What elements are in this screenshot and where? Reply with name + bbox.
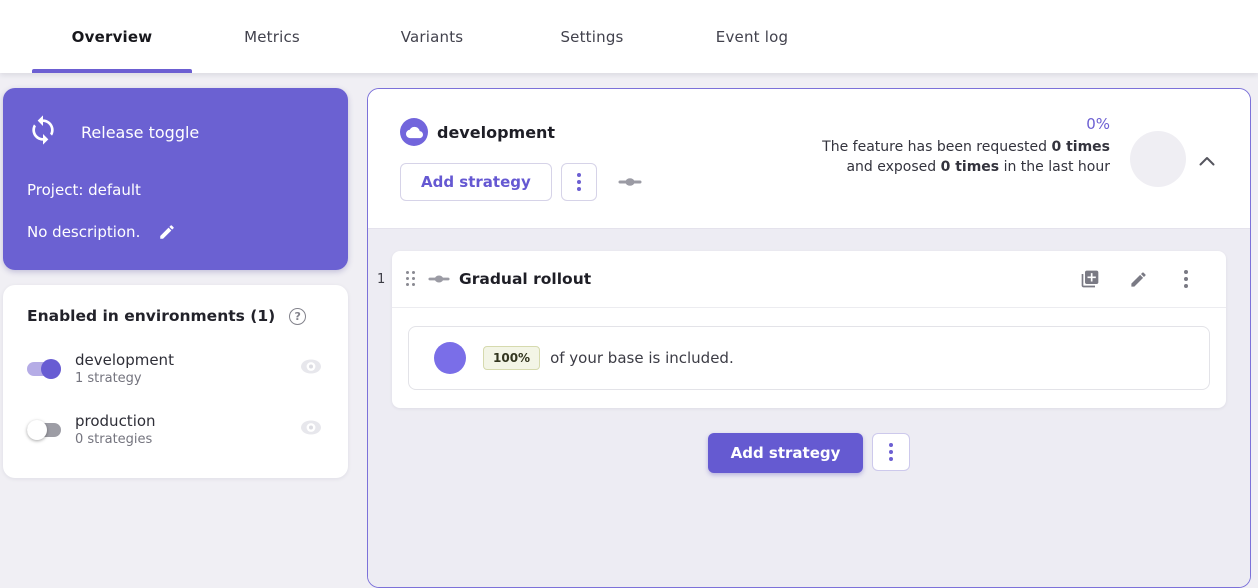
tab-overview-label: Overview <box>72 28 153 46</box>
usage-summary: 0% The feature has been requested 0 time… <box>790 115 1110 177</box>
strategy-index: 1 <box>377 272 385 287</box>
add-strategy-button[interactable]: Add strategy <box>400 163 552 201</box>
collapse-chevron-icon[interactable] <box>1199 151 1215 170</box>
strategy-segment-icon <box>428 270 450 289</box>
usage-line-1: The feature has been requested 0 times <box>790 137 1110 157</box>
description-text: No description. <box>27 223 140 241</box>
environment-more-actions-button[interactable] <box>561 163 597 201</box>
strategy-more-actions-icon[interactable] <box>1174 270 1198 288</box>
active-tab-underline <box>32 69 192 73</box>
tab-settings[interactable]: Settings <box>512 0 672 73</box>
environment-header: development Add strategy 0% The feature … <box>368 89 1250 228</box>
environment-title: development <box>437 123 555 142</box>
tab-settings-label: Settings <box>560 28 623 46</box>
release-toggle-icon <box>27 114 59 150</box>
tab-variants[interactable]: Variants <box>352 0 512 73</box>
tab-event-log-label: Event log <box>716 28 788 46</box>
toggle-knob <box>27 420 47 440</box>
tab-variants-label: Variants <box>401 28 464 46</box>
help-icon[interactable]: ? <box>289 308 306 325</box>
tab-metrics[interactable]: Metrics <box>192 0 352 73</box>
environment-accordion: development Add strategy 0% The feature … <box>367 88 1251 588</box>
edit-description-icon[interactable] <box>158 223 176 241</box>
rollout-donut-chart <box>434 342 466 374</box>
strategies-section: 1 Gradual rollout <box>368 228 1250 587</box>
eye-icon[interactable] <box>300 420 322 439</box>
environment-strategy-count: 0 strategies <box>75 432 300 447</box>
development-toggle[interactable] <box>27 359 61 379</box>
environment-row-production: production 0 strategies <box>27 412 324 447</box>
tab-overview[interactable]: Overview <box>32 0 192 73</box>
usage-donut-chart <box>1130 131 1186 187</box>
strategy-name: Gradual rollout <box>459 270 591 288</box>
strategy-header: Gradual rollout <box>392 251 1226 308</box>
project-label: Project: default <box>27 181 324 199</box>
add-strategy-button-footer[interactable]: Add strategy <box>708 433 864 473</box>
edit-strategy-icon[interactable] <box>1126 270 1150 289</box>
environment-row-development: development 1 strategy <box>27 351 324 386</box>
rollout-percent-badge: 100% <box>483 346 540 370</box>
environment-name: production <box>75 412 300 430</box>
left-sidebar: Release toggle Project: default No descr… <box>3 88 348 478</box>
feature-type-label: Release toggle <box>81 123 199 142</box>
environment-strategy-count: 1 strategy <box>75 371 300 386</box>
copy-strategy-icon[interactable] <box>1078 269 1102 289</box>
environments-panel-title: Enabled in environments (1) <box>27 307 275 325</box>
environments-panel: Enabled in environments (1) ? developmen… <box>3 285 348 478</box>
feature-type-card: Release toggle Project: default No descr… <box>3 88 348 270</box>
footer-more-actions-button[interactable] <box>872 433 910 471</box>
feature-tab-bar: Overview Metrics Variants Settings Event… <box>0 0 1258 73</box>
usage-line-2: and exposed 0 times in the last hour <box>790 157 1110 177</box>
strategy-card: Gradual rollout <box>392 251 1226 408</box>
production-toggle[interactable] <box>27 420 61 440</box>
toggle-knob <box>41 359 61 379</box>
tab-metrics-label: Metrics <box>244 28 300 46</box>
drag-handle-icon[interactable] <box>406 271 416 287</box>
environment-cloud-icon <box>400 118 428 146</box>
usage-percent: 0% <box>790 115 1110 133</box>
rollout-summary-box: 100% of your base is included. <box>408 326 1210 390</box>
tab-event-log[interactable]: Event log <box>672 0 832 73</box>
environment-name: development <box>75 351 300 369</box>
eye-icon[interactable] <box>300 359 322 378</box>
rollout-description: of your base is included. <box>550 349 734 367</box>
strategy-segment-icon <box>618 173 642 192</box>
